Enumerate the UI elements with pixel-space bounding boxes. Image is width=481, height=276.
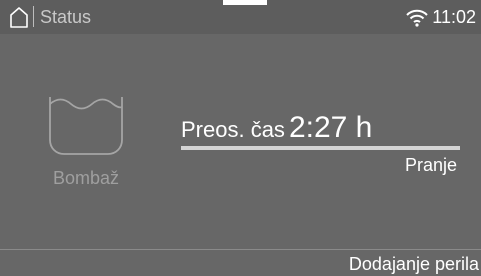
wash-tub-icon	[49, 97, 123, 155]
progress-bar	[181, 146, 460, 150]
clock: 11:02	[432, 7, 476, 27]
add-laundry-button[interactable]: Dodajanje perila	[349, 252, 479, 276]
bottom-bar: Dodajanje perila	[0, 249, 481, 276]
home-icon[interactable]	[9, 6, 29, 28]
remaining-time-label: Preos. čas	[181, 117, 285, 142]
remaining-time-value: 2:27 h	[288, 111, 373, 144]
program-phase: Pranje	[404, 155, 457, 175]
program-name: Bombaž	[52, 168, 120, 188]
status-bar: Status 11:02	[0, 0, 481, 34]
remaining-time: Preos. čas 2:27 h	[181, 111, 372, 147]
status-divider	[33, 6, 34, 27]
wifi-icon	[406, 9, 428, 27]
status-title: Status	[40, 7, 92, 27]
top-indicator	[223, 0, 267, 5]
